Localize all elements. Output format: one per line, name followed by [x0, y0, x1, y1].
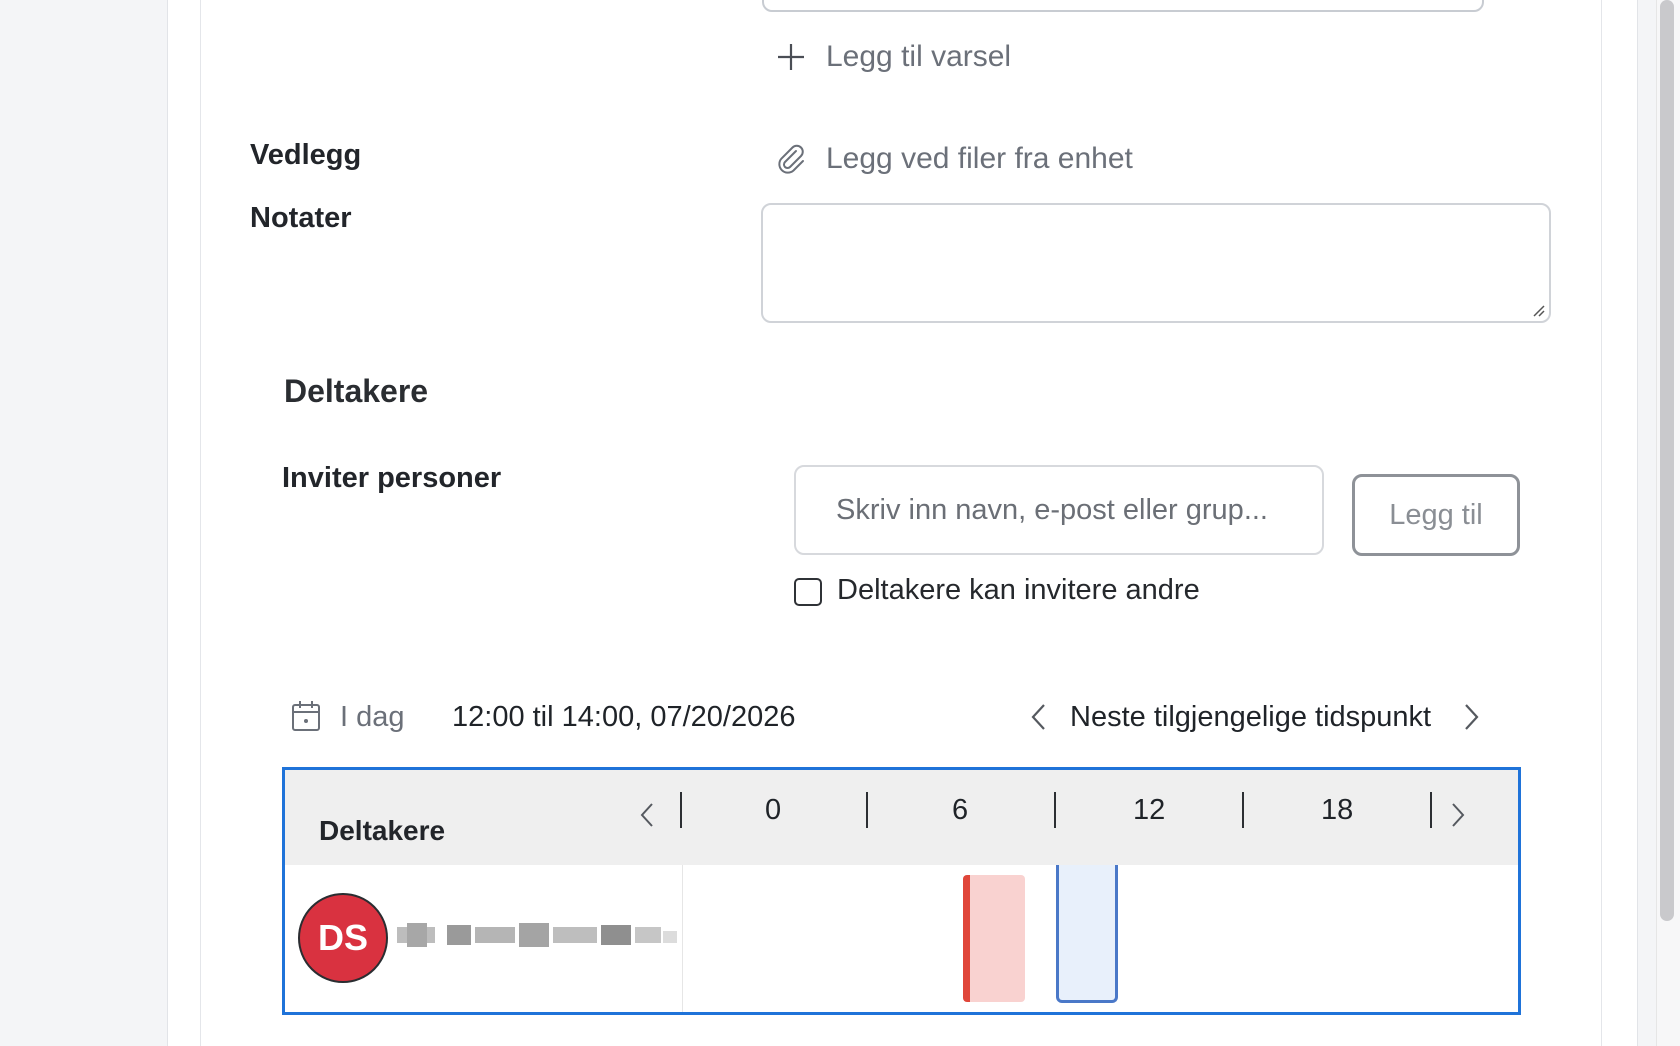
- participant-name-redacted: [397, 923, 677, 947]
- resize-grip-icon[interactable]: [1531, 303, 1545, 317]
- hour-tick: [866, 792, 868, 828]
- invite-input-placeholder: Skriv inn navn, e-post eller grup...: [836, 493, 1268, 526]
- attach-files-button[interactable]: Legg ved filer fra enhet: [776, 142, 1133, 176]
- grid-divider: [682, 865, 683, 1012]
- hour-tick: [1242, 792, 1244, 828]
- add-alert-label: Legg til varsel: [826, 40, 1012, 73]
- calendar-icon[interactable]: [291, 700, 321, 737]
- date-range: 12:00 til 14:00, 07/20/2026: [452, 701, 796, 733]
- add-alert-button[interactable]: Legg til varsel: [776, 40, 1011, 74]
- next-available-label: Neste tilgjengelige tidspunkt: [1070, 701, 1432, 733]
- hour-tick: [680, 792, 682, 828]
- today-button[interactable]: I dag: [340, 701, 405, 734]
- hour-label-18: 18: [1321, 794, 1354, 826]
- scrollbar-thumb[interactable]: [1660, 0, 1674, 921]
- add-participant-button[interactable]: Legg til: [1352, 474, 1520, 556]
- attachments-label: Vedlegg: [250, 139, 362, 171]
- hour-tick: [1054, 792, 1056, 828]
- hour-label-6: 6: [952, 794, 969, 826]
- invite-people-label: Inviter personer: [282, 462, 502, 494]
- plus-icon: [776, 42, 806, 72]
- grid-next-button[interactable]: [1447, 800, 1469, 835]
- prev-available-button[interactable]: [1028, 702, 1050, 737]
- notes-textarea[interactable]: [761, 203, 1551, 323]
- attach-files-label: Legg ved filer fra enhet: [826, 142, 1133, 175]
- can-invite-others-checkbox[interactable]: [794, 578, 822, 606]
- hour-label-12: 12: [1133, 794, 1166, 826]
- participants-section-title: Deltakere: [284, 373, 429, 409]
- paperclip-icon: [776, 144, 806, 174]
- alert-field[interactable]: [762, 0, 1484, 12]
- busy-block: [963, 875, 1025, 1002]
- hour-tick: [1430, 792, 1432, 828]
- can-invite-others-label: Deltakere kan invitere andre: [837, 574, 1200, 606]
- grid-participants-label: Deltakere: [319, 815, 446, 846]
- avatar: DS: [298, 893, 388, 983]
- hour-label-0: 0: [765, 794, 782, 826]
- invite-input[interactable]: Skriv inn navn, e-post eller grup...: [794, 465, 1324, 555]
- notes-label: Notater: [250, 202, 352, 234]
- grid-prev-button[interactable]: [636, 800, 658, 835]
- next-available-button[interactable]: [1460, 702, 1482, 737]
- selected-time-slot[interactable]: [1056, 865, 1118, 1003]
